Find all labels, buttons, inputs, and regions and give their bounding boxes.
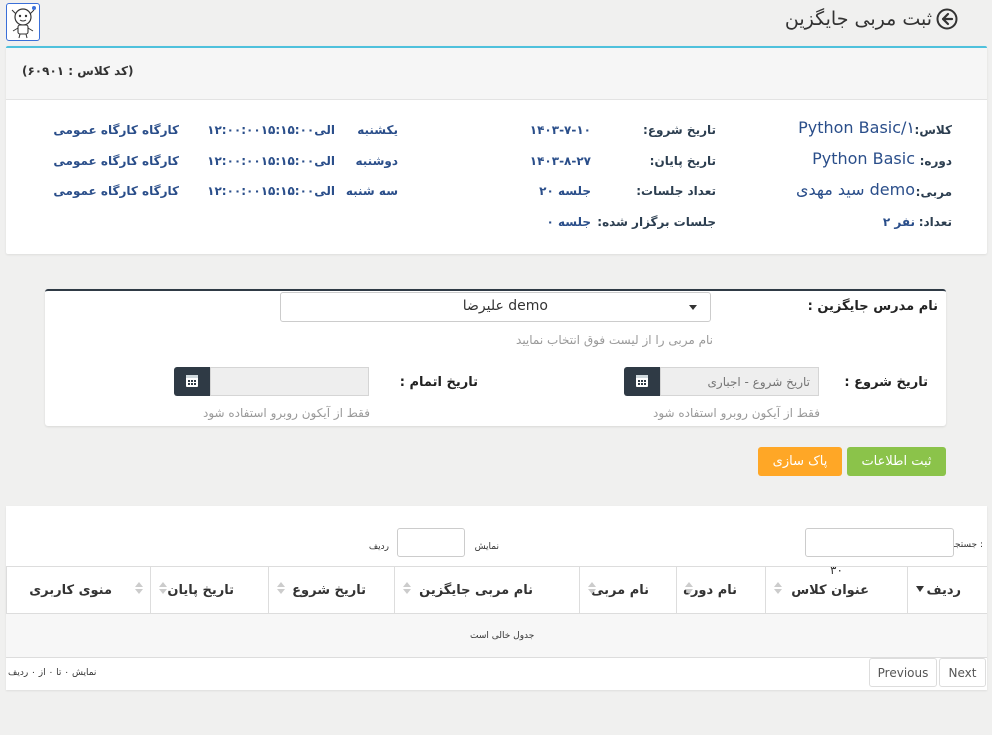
class-info-card: (کد کلاس : ۶۰۹۰۱) کلاس: Python Basic/۱ د…	[6, 46, 987, 254]
search-label: جستجو :	[950, 540, 983, 550]
search-input[interactable]	[805, 528, 954, 557]
column-header-substitute-coach[interactable]: نام مربی جایگزین	[394, 567, 579, 613]
column-header-start-date[interactable]: تاریخ شروع	[268, 567, 394, 613]
clear-button[interactable]: پاک سازی	[758, 447, 842, 476]
start-date-label: تاریخ شروع:	[643, 123, 716, 137]
schedule-day: یکشنبه	[357, 123, 398, 137]
sort-icon	[277, 582, 285, 594]
sessions-value: ۲۰ جلسه	[539, 184, 591, 198]
sort-desc-icon	[916, 586, 924, 592]
rows-label: ردیف	[368, 542, 389, 552]
schedule-place: کارگاه کارگاه عمومی	[53, 123, 179, 137]
column-header-class-title[interactable]: عنوان کلاس	[765, 567, 907, 613]
sort-icon	[685, 582, 693, 594]
column-header-coach-name[interactable]: نام مربی	[579, 567, 676, 613]
start-date-hint: فقط از آیکون روبرو استفاده شود	[652, 406, 820, 420]
next-page-button[interactable]: Next	[939, 658, 986, 687]
held-sessions-value: ۰ جلسه	[546, 215, 591, 229]
schedule-time: ۱۲:۰۰:۰۰الی۱۵:۱۵:۰۰	[207, 184, 335, 198]
table-header: ردیف عنوان کلاس نام دوره نام مربی نام مر…	[6, 566, 987, 614]
coach-select[interactable]: علیرضا demo	[280, 292, 711, 322]
coach-hint: نام مربی را از لیست فوق انتخاب نمایید	[516, 333, 713, 347]
submit-button[interactable]: ثبت اطلاعات	[847, 447, 946, 476]
substitute-form: نام مدرس جایگزین : علیرضا demo نام مربی …	[45, 289, 946, 426]
end-date-calendar-button[interactable]	[174, 367, 210, 396]
class-label: کلاس:	[914, 123, 952, 137]
schedule-place: کارگاه کارگاه عمومی	[53, 154, 179, 168]
coach-label: مربی:	[915, 185, 952, 199]
schedule-time: ۱۲:۰۰:۰۰الی۱۵:۱۵:۰۰	[207, 154, 335, 168]
held-sessions-label: جلسات برگزار شده:	[597, 215, 716, 229]
substitutes-table-card: جستجو : نمایش ۳۰ ردیف ردیف عنوان کلاس نا…	[6, 506, 987, 690]
column-header-course-name[interactable]: نام دوره	[676, 567, 765, 613]
class-value: Python Basic/۱	[798, 118, 915, 137]
schedule-day: سه شنبه	[345, 184, 398, 198]
count-value: ۲ نفر	[882, 215, 915, 229]
sort-icon	[135, 582, 143, 594]
show-label: نمایش	[474, 542, 499, 552]
sort-icon	[159, 582, 167, 594]
end-date-input[interactable]	[210, 367, 369, 396]
sort-icon	[403, 582, 411, 594]
start-date-calendar-button[interactable]	[624, 367, 660, 396]
sort-icon	[588, 582, 596, 594]
sessions-label: تعداد جلسات:	[636, 184, 716, 198]
course-value: Python Basic	[812, 149, 915, 168]
caret-down-icon	[689, 305, 697, 310]
schedule-place: کارگاه کارگاه عمومی	[53, 184, 179, 198]
calendar-icon	[186, 375, 198, 387]
coach-value: سید مهدی demo	[795, 180, 915, 199]
calendar-icon	[636, 375, 648, 387]
course-label: دوره:	[919, 154, 952, 168]
end-date-hint: فقط از آیکون روبرو استفاده شود	[202, 406, 370, 420]
class-code: (کد کلاس : ۶۰۹۰۱)	[22, 64, 134, 78]
table-info: نمایش ۰ تا ۰ از ۰ ردیف	[8, 668, 97, 678]
sort-icon	[774, 582, 782, 594]
column-header-end-date[interactable]: تاریخ پایان	[150, 567, 268, 613]
coach-select-label: نام مدرس جایگزین :	[807, 299, 938, 314]
class-code-strip: (کد کلاس : ۶۰۹۰۱)	[6, 48, 987, 100]
end-date-label: تاریخ پایان:	[649, 154, 716, 168]
end-date-value: ۱۴۰۳-۸-۲۷	[529, 154, 591, 168]
back-arrow-icon[interactable]	[936, 8, 958, 30]
start-date-value: ۱۴۰۳-۷-۱۰	[529, 123, 591, 137]
count-label: تعداد:	[918, 215, 952, 229]
page-length-input[interactable]: ۳۰	[397, 528, 843, 577]
coach-select-value: علیرضا demo	[462, 298, 548, 314]
mascot-icon	[11, 6, 36, 39]
end-date-field-label: تاریخ اتمام :	[399, 375, 478, 390]
start-date-field-label: تاریخ شروع :	[844, 375, 928, 390]
schedule-day: دوشنبه	[355, 154, 399, 168]
column-header-row-number[interactable]: ردیف	[907, 567, 987, 613]
empty-table-text: جدول خالی است	[470, 631, 535, 641]
previous-page-button[interactable]: Previous	[869, 658, 937, 687]
page-title: ثبت مربی جایگزین	[784, 8, 932, 30]
column-header-user-menu[interactable]: منوی کاربری	[6, 567, 150, 613]
start-date-input[interactable]	[660, 367, 819, 396]
mascot-logo	[6, 3, 40, 41]
table-row: جدول خالی است	[6, 614, 987, 658]
schedule-time: ۱۲:۰۰:۰۰الی۱۵:۱۵:۰۰	[207, 123, 335, 137]
